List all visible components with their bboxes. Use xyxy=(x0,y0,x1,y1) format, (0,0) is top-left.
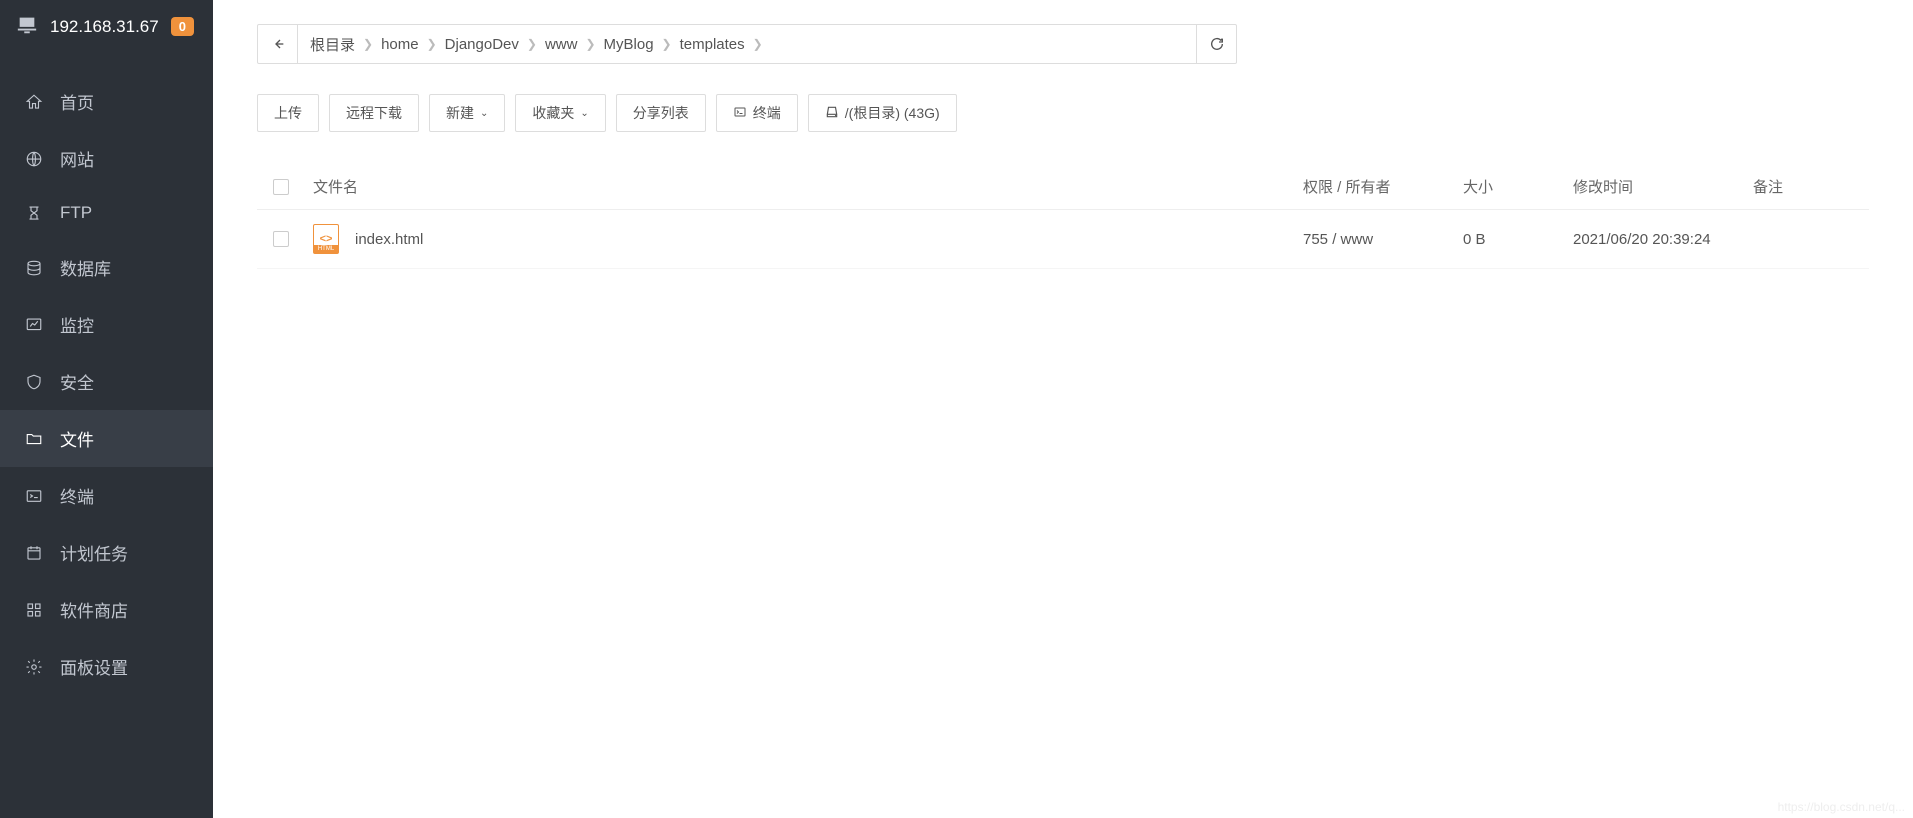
main-content: 根目录 ❯ home ❯ DjangoDev ❯ www ❯ MyBlog ❯ … xyxy=(213,0,1913,818)
remote-download-button[interactable]: 远程下载 xyxy=(329,94,419,132)
terminal-icon xyxy=(24,486,44,506)
favorites-button[interactable]: 收藏夹 ⌄ xyxy=(515,94,605,132)
database-icon xyxy=(24,258,44,278)
favorites-button-label: 收藏夹 xyxy=(532,103,574,123)
terminal-button[interactable]: 终端 xyxy=(716,94,798,132)
calendar-icon xyxy=(24,543,44,563)
sidebar-item-label: FTP xyxy=(60,203,92,223)
sidebar-item-label: 首页 xyxy=(60,89,94,114)
sidebar-item-security[interactable]: 安全 xyxy=(0,353,213,410)
sidebar: 192.168.31.67 0 首页 网站 FTP 数据库 监控 xyxy=(0,0,213,818)
monitor-icon xyxy=(16,14,38,39)
sidebar-item-terminal[interactable]: 终端 xyxy=(0,467,213,524)
file-name: index.html xyxy=(355,231,423,248)
sidebar-item-label: 计划任务 xyxy=(60,540,128,565)
globe-icon xyxy=(24,149,44,169)
html-file-icon: <> HTML xyxy=(313,224,339,254)
notification-badge[interactable]: 0 xyxy=(171,17,194,36)
sidebar-item-label: 安全 xyxy=(60,369,94,394)
sidebar-item-home[interactable]: 首页 xyxy=(0,73,213,130)
file-mtime: 2021/06/20 20:39:24 xyxy=(1573,231,1753,248)
chevron-down-icon: ⌄ xyxy=(480,108,488,119)
sidebar-item-appstore[interactable]: 软件商店 xyxy=(0,581,213,638)
new-button[interactable]: 新建 ⌄ xyxy=(429,94,505,132)
breadcrumb-segment[interactable]: DjangoDev xyxy=(445,36,519,53)
table-header: 文件名 权限 / 所有者 大小 修改时间 备注 xyxy=(257,164,1869,210)
sidebar-item-label: 软件商店 xyxy=(60,597,128,622)
sidebar-item-ftp[interactable]: FTP xyxy=(0,187,213,239)
chevron-down-icon: ⌄ xyxy=(580,108,588,119)
sidebar-item-database[interactable]: 数据库 xyxy=(0,239,213,296)
column-header-remark[interactable]: 备注 xyxy=(1753,176,1853,197)
chevron-right-icon: ❯ xyxy=(662,37,672,51)
column-header-size[interactable]: 大小 xyxy=(1463,176,1573,197)
breadcrumb: 根目录 ❯ home ❯ DjangoDev ❯ www ❯ MyBlog ❯ … xyxy=(257,24,1237,64)
breadcrumb-path: 根目录 ❯ home ❯ DjangoDev ❯ www ❯ MyBlog ❯ … xyxy=(298,25,1196,63)
sidebar-header: 192.168.31.67 0 xyxy=(0,0,213,53)
monitor-chart-icon xyxy=(24,315,44,335)
sidebar-nav: 首页 网站 FTP 数据库 监控 安全 xyxy=(0,53,213,695)
chevron-right-icon: ❯ xyxy=(585,37,595,51)
breadcrumb-segment[interactable]: templates xyxy=(680,36,745,53)
file-permission: 755 / www xyxy=(1303,231,1463,248)
sidebar-item-label: 面板设置 xyxy=(60,654,128,679)
watermark: https://blog.csdn.net/q... xyxy=(1778,800,1905,814)
breadcrumb-segment[interactable]: www xyxy=(545,36,578,53)
column-header-mtime[interactable]: 修改时间 xyxy=(1573,176,1753,197)
chevron-right-icon: ❯ xyxy=(753,37,763,51)
disk-usage-label: /(根目录) (43G) xyxy=(845,103,940,123)
row-checkbox[interactable] xyxy=(273,231,289,247)
sidebar-item-website[interactable]: 网站 xyxy=(0,130,213,187)
file-size: 0 B xyxy=(1463,231,1573,248)
ftp-icon xyxy=(24,203,44,223)
upload-button[interactable]: 上传 xyxy=(257,94,319,132)
sidebar-item-label: 数据库 xyxy=(60,255,111,280)
sidebar-item-label: 文件 xyxy=(60,426,94,451)
breadcrumb-segment[interactable]: home xyxy=(381,36,419,53)
shield-icon xyxy=(24,372,44,392)
select-all-checkbox[interactable] xyxy=(273,179,289,195)
disk-usage-button[interactable]: /(根目录) (43G) xyxy=(808,94,957,132)
sidebar-item-label: 监控 xyxy=(60,312,94,337)
breadcrumb-segment[interactable]: MyBlog xyxy=(604,36,654,53)
folder-icon xyxy=(24,429,44,449)
gear-icon xyxy=(24,657,44,677)
sidebar-item-files[interactable]: 文件 xyxy=(0,410,213,467)
breadcrumb-segment[interactable]: 根目录 xyxy=(310,34,355,55)
chevron-right-icon: ❯ xyxy=(363,37,373,51)
sidebar-item-cron[interactable]: 计划任务 xyxy=(0,524,213,581)
back-button[interactable] xyxy=(258,25,298,63)
sidebar-item-label: 终端 xyxy=(60,483,94,508)
terminal-small-icon xyxy=(733,105,747,121)
terminal-button-label: 终端 xyxy=(753,103,781,123)
disk-icon xyxy=(825,105,839,122)
new-button-label: 新建 xyxy=(446,103,474,123)
column-header-name[interactable]: 文件名 xyxy=(313,176,1303,197)
sidebar-item-label: 网站 xyxy=(60,146,94,171)
toolbar: 上传 远程下载 新建 ⌄ 收藏夹 ⌄ 分享列表 终端 /(根目录) (43G) xyxy=(257,94,1869,132)
apps-icon xyxy=(24,600,44,620)
server-ip: 192.168.31.67 xyxy=(50,17,159,37)
file-table: 文件名 权限 / 所有者 大小 修改时间 备注 <> HTML index.ht… xyxy=(257,164,1869,269)
refresh-button[interactable] xyxy=(1196,25,1236,63)
column-header-perm[interactable]: 权限 / 所有者 xyxy=(1303,176,1463,197)
share-list-button[interactable]: 分享列表 xyxy=(616,94,706,132)
chevron-right-icon: ❯ xyxy=(527,37,537,51)
chevron-right-icon: ❯ xyxy=(427,37,437,51)
home-icon xyxy=(24,92,44,112)
sidebar-item-monitor[interactable]: 监控 xyxy=(0,296,213,353)
sidebar-item-settings[interactable]: 面板设置 xyxy=(0,638,213,695)
table-row[interactable]: <> HTML index.html 755 / www 0 B 2021/06… xyxy=(257,210,1869,269)
